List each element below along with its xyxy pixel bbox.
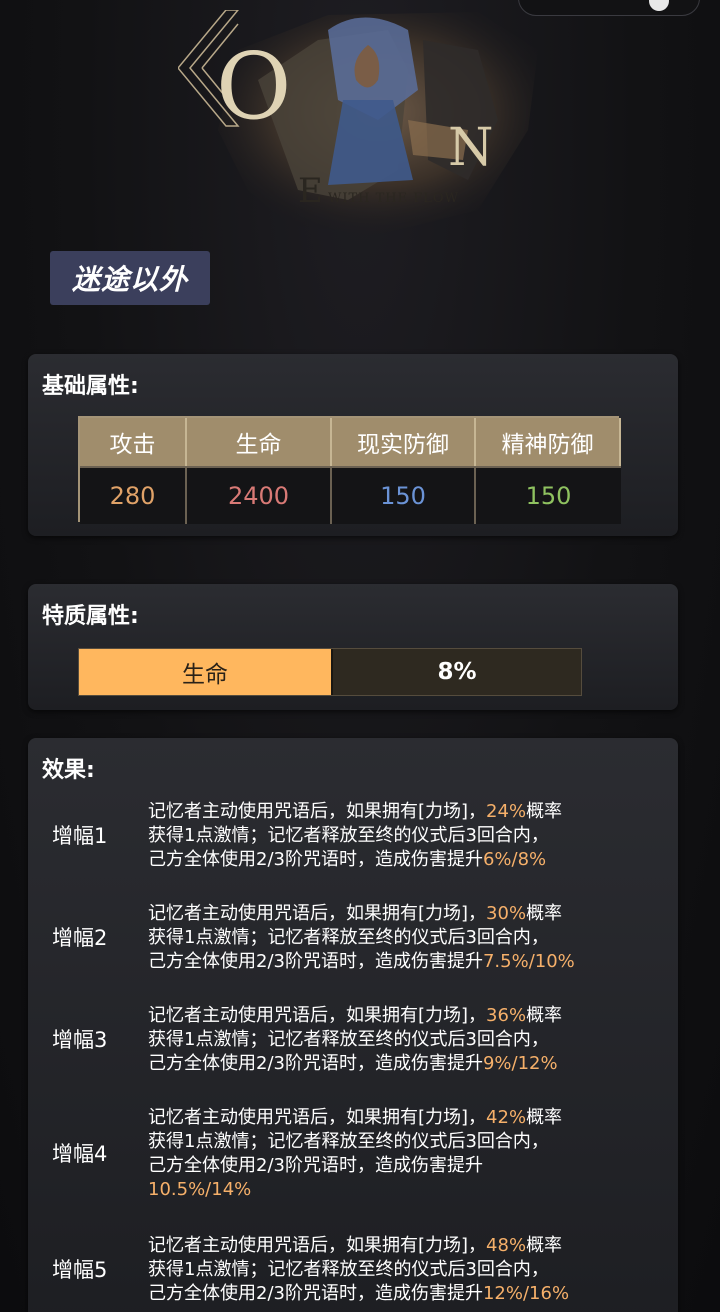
effect-text: 概率 bbox=[526, 1107, 563, 1128]
effect-rate: 30% bbox=[486, 903, 527, 924]
effect-text: 概率 bbox=[526, 903, 563, 924]
character-name-badge: 迷途以外 bbox=[50, 251, 210, 305]
effect-text: 获得1点激情；记忆者释放至终的仪式后3回合内， bbox=[148, 1259, 549, 1280]
effect-rate: 36% bbox=[486, 1005, 527, 1026]
effect-description: 记忆者主动使用咒语后，如果拥有[力场]，48%概率 获得1点激情；记忆者释放至终… bbox=[148, 1234, 638, 1306]
stat-header-reality-def: 现实防御 bbox=[332, 418, 476, 466]
effect-text: 己方全体使用2/3阶咒语时，造成伤害提升 bbox=[148, 1053, 483, 1074]
artwork-illustration: O N E WITH THE FLOW bbox=[178, 10, 538, 235]
effect-text: 记忆者主动使用咒语后，如果拥有[力场]， bbox=[148, 1107, 487, 1128]
menu-dot-icon bbox=[649, 0, 669, 11]
trait-value: 8% bbox=[331, 649, 581, 695]
effect-level-label: 增幅2 bbox=[52, 926, 108, 950]
effect-level-label: 增幅1 bbox=[52, 824, 108, 848]
stat-header-hp: 生命 bbox=[187, 418, 332, 466]
effect-damage: 6%/8% bbox=[482, 849, 547, 870]
stat-value-mental-def: 150 bbox=[476, 466, 621, 524]
effect-description: 记忆者主动使用咒语后，如果拥有[力场]，24%概率 获得1点激情；记忆者释放至终… bbox=[148, 800, 638, 872]
stat-header-mental-def: 精神防御 bbox=[476, 418, 621, 466]
base-stats-table: 攻击 生命 现实防御 精神防御 280 2400 150 150 bbox=[78, 416, 621, 524]
effect-level-label: 增幅5 bbox=[52, 1258, 108, 1282]
art-letter-n: N bbox=[448, 118, 494, 178]
effect-description: 记忆者主动使用咒语后，如果拥有[力场]，30%概率 获得1点激情；记忆者释放至终… bbox=[148, 902, 638, 974]
effect-damage: 12%/16% bbox=[482, 1283, 570, 1304]
effect-text: 获得1点激情；记忆者释放至终的仪式后3回合内， bbox=[148, 1131, 549, 1152]
base-stats-card: 基础属性: 攻击 生命 现实防御 精神防御 280 2400 150 150 bbox=[28, 354, 678, 536]
effect-rate: 42% bbox=[486, 1107, 527, 1128]
effect-text: 获得1点激情；记忆者释放至终的仪式后3回合内， bbox=[148, 1029, 549, 1050]
effect-text: 己方全体使用2/3阶咒语时，造成伤害提升 bbox=[148, 849, 483, 870]
effect-text: 记忆者主动使用咒语后，如果拥有[力场]， bbox=[148, 1005, 487, 1026]
effect-text: 概率 bbox=[526, 1005, 563, 1026]
stat-value-attack: 280 bbox=[80, 466, 187, 524]
trait-bar: 生命 8% bbox=[78, 648, 582, 696]
character-name: 迷途以外 bbox=[71, 263, 188, 296]
base-stats-title: 基础属性: bbox=[42, 374, 139, 399]
effect-text: 概率 bbox=[526, 1235, 563, 1256]
effect-text: 己方全体使用2/3阶咒语时，造成伤害提升 bbox=[148, 951, 483, 972]
art-letter-o: O bbox=[216, 33, 291, 140]
effect-description: 记忆者主动使用咒语后，如果拥有[力场]，42%概率 获得1点激情；记忆者释放至终… bbox=[148, 1106, 638, 1202]
trait-card: 特质属性: 生命 8% bbox=[28, 584, 678, 710]
effect-text: 己方全体使用2/3阶咒语时，造成伤害提升 bbox=[148, 1283, 483, 1304]
effect-level-label: 增幅3 bbox=[52, 1028, 108, 1052]
effect-rate: 24% bbox=[486, 801, 527, 822]
effect-text: 获得1点激情；记忆者释放至终的仪式后3回合内， bbox=[148, 825, 549, 846]
art-letter-e: E bbox=[298, 171, 323, 211]
effect-level-label: 增幅4 bbox=[52, 1142, 108, 1166]
effect-text: 己方全体使用2/3阶咒语时，造成伤害提升 bbox=[148, 1155, 483, 1176]
stat-value-reality-def: 150 bbox=[332, 466, 476, 524]
effect-text: 记忆者主动使用咒语后，如果拥有[力场]， bbox=[148, 801, 487, 822]
stat-value-hp: 2400 bbox=[187, 466, 332, 524]
trait-label: 生命 bbox=[79, 649, 331, 695]
effect-damage: 9%/12% bbox=[482, 1053, 558, 1074]
effect-rate: 48% bbox=[486, 1235, 527, 1256]
stat-header-attack: 攻击 bbox=[80, 418, 187, 466]
effect-text: 记忆者主动使用咒语后，如果拥有[力场]， bbox=[148, 903, 487, 924]
effect-description: 记忆者主动使用咒语后，如果拥有[力场]，36%概率 获得1点激情；记忆者释放至终… bbox=[148, 1004, 638, 1076]
effect-damage: 10.5%/14% bbox=[148, 1179, 252, 1200]
psychube-artwork: O N E WITH THE FLOW bbox=[178, 10, 548, 240]
effect-text: 获得1点激情；记忆者释放至终的仪式后3回合内， bbox=[148, 927, 549, 948]
effect-damage: 7.5%/10% bbox=[482, 951, 575, 972]
art-tagline: WITH THE FLOW bbox=[328, 191, 459, 206]
effect-text: 记忆者主动使用咒语后，如果拥有[力场]， bbox=[148, 1235, 487, 1256]
effect-text: 概率 bbox=[526, 801, 563, 822]
effect-card: 效果: 增幅1 记忆者主动使用咒语后，如果拥有[力场]，24%概率 获得1点激情… bbox=[28, 738, 678, 1312]
trait-title: 特质属性: bbox=[42, 604, 139, 629]
effect-title: 效果: bbox=[42, 758, 95, 783]
